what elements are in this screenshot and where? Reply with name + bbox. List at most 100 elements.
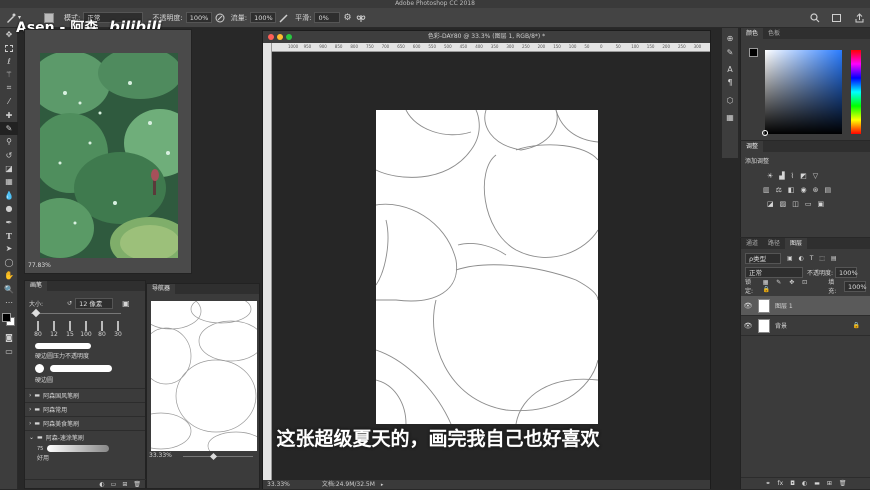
preset-size[interactable]: 80 <box>31 321 45 339</box>
layer-row[interactable]: 👁 背景 🔒 <box>741 316 870 336</box>
tab-brush[interactable]: 画笔 <box>25 281 48 291</box>
tool-healing[interactable]: ✚ <box>0 108 18 121</box>
3d-panel-button[interactable]: ⬡ <box>722 94 738 107</box>
paragraph-panel-button[interactable]: ¶ <box>722 76 738 89</box>
history-panel-button[interactable]: ⊕ <box>722 32 738 45</box>
photo-filter-icon[interactable]: ◉ <box>801 186 807 194</box>
eye-icon[interactable]: 👁 <box>741 302 755 310</box>
color-balance-icon[interactable]: ⚖ <box>776 186 782 194</box>
adjustment-layer-icon[interactable]: ◐ <box>802 480 807 487</box>
preset-size[interactable]: 12 <box>47 321 61 339</box>
tool-eraser[interactable]: ◪ <box>0 162 18 175</box>
trash-icon[interactable]: 🗑 <box>133 481 141 488</box>
selective-color-icon[interactable]: ▣ <box>818 200 825 208</box>
tab-swatches[interactable]: 色板 <box>763 28 785 39</box>
layer-opacity-field[interactable]: 100% <box>835 266 858 278</box>
color-picker-marker[interactable] <box>762 130 768 136</box>
posterize-icon[interactable]: ▨ <box>780 200 787 208</box>
chevron-right-icon[interactable]: ▸ <box>381 482 384 488</box>
reset-icon[interactable]: ↺ <box>67 300 72 307</box>
tab-layers[interactable]: 图层 <box>785 238 808 249</box>
tool-crop[interactable]: ⌗ <box>0 82 18 95</box>
tool-blur[interactable]: 💧 <box>0 189 18 202</box>
channel-mixer-icon[interactable]: ⊛ <box>813 186 819 194</box>
black-white-icon[interactable]: ◧ <box>788 186 795 194</box>
tab-paths[interactable]: 路径 <box>763 238 785 249</box>
tool-hand[interactable]: ✋ <box>0 269 18 282</box>
brush-panel-button[interactable]: ✎ <box>722 45 738 58</box>
folder-icon[interactable]: ▬ <box>814 480 820 487</box>
canvas-document[interactable] <box>375 109 599 425</box>
fill-field[interactable]: 100% <box>844 280 867 292</box>
invert-icon[interactable]: ◪ <box>767 200 774 208</box>
gradient-map-icon[interactable]: ▭ <box>805 200 812 208</box>
preset-size[interactable]: 30 <box>111 321 125 339</box>
foreground-swatch[interactable] <box>2 313 11 323</box>
new-group-icon[interactable]: ▭ <box>111 481 117 488</box>
layer-kind-filter[interactable]: ρ类型 <box>745 252 781 264</box>
lock-icons[interactable]: ▦ ✎ ✥ ⊡ 🔒 <box>763 279 825 293</box>
preset-size[interactable]: 80 <box>95 321 109 339</box>
navigator-zoom-slider[interactable] <box>183 452 253 461</box>
tab-adjustments[interactable]: 调整 <box>741 141 764 152</box>
foreground-swatch[interactable] <box>749 48 758 57</box>
tool-brush[interactable]: ✎ <box>0 121 18 136</box>
brush-size-field[interactable]: 12 像素 <box>75 297 114 309</box>
libraries-panel-button[interactable]: ▦ <box>722 111 738 124</box>
brush-preset-item[interactable]: 硬边圆压力不透明度 <box>25 341 145 362</box>
pressure-opacity-toggle[interactable] <box>215 8 225 28</box>
share-button[interactable] <box>855 8 864 28</box>
tab-navigator[interactable]: 导航器 <box>147 284 176 294</box>
tool-shape[interactable]: ◯ <box>0 256 18 269</box>
flow-field[interactable]: 100% <box>250 12 277 23</box>
navigator-zoom[interactable]: 33.33% <box>149 452 172 459</box>
new-brush-icon[interactable]: ⊞ <box>122 481 127 488</box>
tool-pen[interactable]: ✒ <box>0 215 18 228</box>
layer-row[interactable]: 👁 图层 1 <box>741 296 870 316</box>
tool-zoom[interactable]: 🔍 <box>0 282 18 295</box>
preset-size[interactable]: 15 <box>63 321 77 339</box>
color-field[interactable] <box>762 50 842 136</box>
blend-mode-select[interactable]: 正常 <box>745 266 803 278</box>
tool-gradient[interactable]: ▦ <box>0 175 18 188</box>
brush-group[interactable]: › ▬ 阿森国风笔刷 <box>25 388 145 402</box>
close-button[interactable] <box>268 34 274 40</box>
horizontal-ruler[interactable]: 1000 950 900 850 800 750 700 650 600 550 500 450 400… <box>272 43 710 52</box>
hue-saturation-icon[interactable]: ▥ <box>763 186 770 194</box>
slider-handle[interactable] <box>31 308 41 318</box>
exposure-icon[interactable]: ◩ <box>800 172 807 180</box>
new-brush-icon[interactable]: ▣ <box>122 299 130 308</box>
eye-icon[interactable]: 👁 <box>741 322 755 330</box>
smooth-settings-button[interactable]: ⚙ <box>343 8 351 28</box>
tool-screenmode[interactable]: ▭ <box>0 345 18 358</box>
brush-preset-item[interactable]: 75 <box>25 444 145 453</box>
brightness-icon[interactable]: ☀ <box>767 172 773 180</box>
brush-group[interactable]: › ▬ 阿森美食笔刷 <box>25 416 145 430</box>
search-button[interactable] <box>810 8 820 28</box>
layer-name[interactable]: 图层 1 <box>775 301 793 310</box>
smooth-field[interactable]: 0% <box>314 12 341 23</box>
tool-quickmask[interactable]: ◙ <box>0 331 18 344</box>
new-layer-icon[interactable]: ⊞ <box>827 480 832 487</box>
tool-type[interactable]: T <box>0 229 18 242</box>
tool-lasso[interactable]: ℓ <box>0 55 18 68</box>
levels-icon[interactable]: ▟ <box>779 172 784 180</box>
vertical-ruler[interactable] <box>263 43 272 483</box>
threshold-icon[interactable]: ◫ <box>792 200 799 208</box>
fx-button[interactable]: fx <box>778 480 784 487</box>
tool-dodge[interactable]: ● <box>0 202 18 215</box>
workspace-button[interactable] <box>828 8 845 28</box>
brush-group[interactable]: ⌄ ▬ 阿森-速涂笔刷 <box>25 430 145 444</box>
tool-marquee[interactable] <box>0 41 18 54</box>
character-panel-button[interactable]: A <box>722 63 738 76</box>
preset-size[interactable]: 100 <box>79 321 93 339</box>
layer-filter-icons[interactable]: ▣ ◐ T ⬚ ▤ <box>787 255 839 262</box>
tool-magic-wand[interactable]: ⚚ <box>0 68 18 81</box>
layer-name[interactable]: 背景 <box>775 321 787 330</box>
tool-path-select[interactable]: ➤ <box>0 242 18 255</box>
color-lookup-icon[interactable]: ▤ <box>825 186 832 194</box>
symmetry-button[interactable] <box>356 8 366 28</box>
color-swatches[interactable] <box>0 309 17 331</box>
curves-icon[interactable]: ⌇ <box>791 172 794 180</box>
tool-stamp[interactable]: ⚲ <box>0 135 18 148</box>
